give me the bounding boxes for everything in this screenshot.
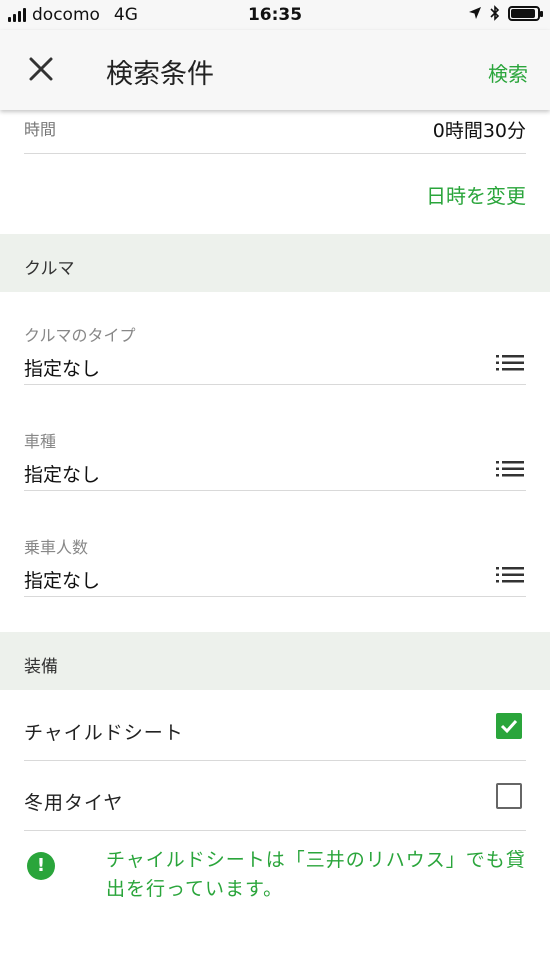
field-label-car-type: クルマのタイプ <box>24 326 136 345</box>
notice-text: チャイルドシートは「三井のリハウス」でも貸出を行っています。 <box>106 849 526 900</box>
time-label: 時間 <box>24 120 57 139</box>
battery-icon <box>508 5 543 21</box>
section-header-equipment: 装備 <box>0 632 550 690</box>
location-arrow-icon <box>469 7 481 19</box>
list-icon[interactable] <box>496 354 524 372</box>
field-label-passengers: 乗車人数 <box>24 538 89 557</box>
section-header-car: クルマ <box>0 234 550 292</box>
child-seat-label[interactable]: チャイルドシート <box>24 718 184 745</box>
passengers-select[interactable]: 指定なし <box>24 566 100 593</box>
page-title: 検索条件 <box>106 59 214 90</box>
app-header: 検索条件 検索 <box>0 30 550 110</box>
change-datetime-button[interactable]: 日時を変更 <box>426 180 526 209</box>
status-right <box>468 5 543 21</box>
divider <box>24 384 526 385</box>
child-seat-checkbox[interactable] <box>496 713 522 739</box>
section-title: 装備 <box>24 657 58 677</box>
divider <box>24 490 526 491</box>
winter-tires-label[interactable]: 冬用タイヤ <box>24 788 123 815</box>
list-icon[interactable] <box>496 566 524 584</box>
time-value: 0時間30分 <box>432 120 526 142</box>
info-exclamation-icon: ! <box>27 852 55 880</box>
status-bar: docomo 4G 16:35 <box>0 0 550 30</box>
close-icon[interactable] <box>24 52 58 86</box>
car-type-select[interactable]: 指定なし <box>24 354 100 381</box>
check-icon <box>500 719 518 734</box>
field-label-model: 車種 <box>24 432 57 451</box>
divider <box>24 760 526 761</box>
section-title: クルマ <box>24 259 75 279</box>
divider <box>24 153 526 154</box>
search-button[interactable]: 検索 <box>488 58 528 87</box>
winter-tires-checkbox[interactable] <box>496 783 522 809</box>
bluetooth-icon <box>490 5 500 21</box>
list-icon[interactable] <box>496 460 524 478</box>
divider <box>24 596 526 597</box>
divider <box>24 830 526 831</box>
model-select[interactable]: 指定なし <box>24 460 100 487</box>
